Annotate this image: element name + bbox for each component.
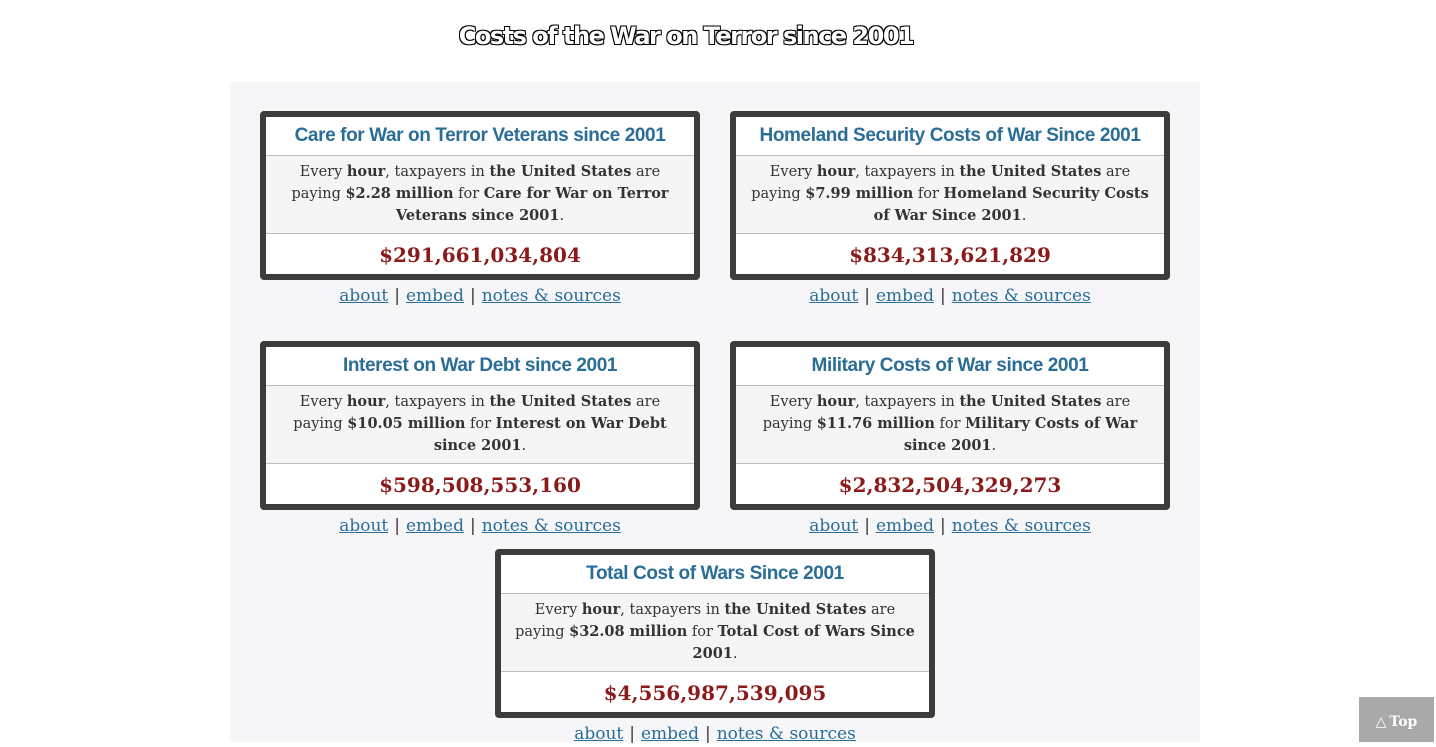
counter-description: Every hour, taxpayers in the United Stat… <box>736 156 1164 234</box>
counter-military-costs: Military Costs of War since 2001 Every h… <box>730 341 1170 537</box>
counter-total: $834,313,621,829 <box>849 243 1051 267</box>
counter-veterans-care: Care for War on Terror Veterans since 20… <box>260 111 700 307</box>
about-link[interactable]: about <box>809 516 858 536</box>
embed-link[interactable]: embed <box>406 286 464 306</box>
link-separator: | <box>469 516 476 536</box>
counter-title: Total Cost of Wars Since 2001 <box>501 555 929 594</box>
top-button-label: Top <box>1389 714 1418 730</box>
counter-box: Military Costs of War since 2001 Every h… <box>730 341 1170 510</box>
counter-war-debt-interest: Interest on War Debt since 2001 Every ho… <box>260 341 700 537</box>
counter-total: $2,832,504,329,273 <box>838 473 1062 497</box>
counter-title: Care for War on Terror Veterans since 20… <box>266 117 694 156</box>
embed-link[interactable]: embed <box>876 516 934 536</box>
notes-sources-link[interactable]: notes & sources <box>482 516 621 536</box>
counter-total: $4,556,987,539,095 <box>603 681 827 705</box>
counter-description: Every hour, taxpayers in the United Stat… <box>266 156 694 234</box>
counter-box: Interest on War Debt since 2001 Every ho… <box>260 341 700 510</box>
notes-sources-link[interactable]: notes & sources <box>952 286 1091 306</box>
about-link[interactable]: about <box>574 724 623 744</box>
counter-description: Every hour, taxpayers in the United Stat… <box>736 386 1164 464</box>
counter-links: about | embed | notes & sources <box>260 285 700 307</box>
counter-links: about | embed | notes & sources <box>260 515 700 537</box>
link-separator: | <box>394 516 400 536</box>
counter-description: Every hour, taxpayers in the United Stat… <box>501 594 929 672</box>
notes-sources-link[interactable]: notes & sources <box>952 516 1091 536</box>
counter-rate: $11.76 million <box>816 415 935 432</box>
counter-box: Total Cost of Wars Since 2001 Every hour… <box>495 549 935 718</box>
link-separator: | <box>394 286 400 306</box>
link-separator: | <box>864 516 870 536</box>
counter-title: Interest on War Debt since 2001 <box>266 347 694 386</box>
counter-box: Care for War on Terror Veterans since 20… <box>260 111 700 280</box>
counter-rate: $7.99 million <box>805 185 914 202</box>
counter-description: Every hour, taxpayers in the United Stat… <box>266 386 694 464</box>
counter-item: Total Cost of Wars Since 2001 <box>692 623 915 662</box>
link-separator: | <box>864 286 870 306</box>
notes-sources-link[interactable]: notes & sources <box>717 724 856 744</box>
about-link[interactable]: about <box>339 516 388 536</box>
counter-rate: $2.28 million <box>345 185 454 202</box>
counter-title: Homeland Security Costs of War Since 200… <box>736 117 1164 156</box>
triangle-up-icon: △ <box>1375 714 1387 730</box>
page-title: Costs of the War on Terror since 2001 <box>458 22 915 50</box>
counter-rate: $32.08 million <box>569 623 688 640</box>
counter-title: Military Costs of War since 2001 <box>736 347 1164 386</box>
embed-link[interactable]: embed <box>876 286 934 306</box>
counter-box: Homeland Security Costs of War Since 200… <box>730 111 1170 280</box>
link-separator: | <box>939 516 946 536</box>
counter-total: $598,508,553,160 <box>379 473 581 497</box>
embed-link[interactable]: embed <box>641 724 699 744</box>
embed-link[interactable]: embed <box>406 516 464 536</box>
link-separator: | <box>939 286 946 306</box>
about-link[interactable]: about <box>809 286 858 306</box>
link-separator: | <box>629 724 635 744</box>
notes-sources-link[interactable]: notes & sources <box>482 286 621 306</box>
counter-homeland-security: Homeland Security Costs of War Since 200… <box>730 111 1170 307</box>
link-separator: | <box>704 724 711 744</box>
about-link[interactable]: about <box>339 286 388 306</box>
counter-total: $291,661,034,804 <box>379 243 581 267</box>
counter-rate: $10.05 million <box>347 415 466 432</box>
link-separator: | <box>469 286 476 306</box>
back-to-top-button[interactable]: △ Top <box>1359 697 1434 742</box>
counter-links: about | embed | notes & sources <box>730 515 1170 537</box>
counter-links: about | embed | notes & sources <box>730 285 1170 307</box>
counter-total-cost: Total Cost of Wars Since 2001 Every hour… <box>495 549 935 745</box>
